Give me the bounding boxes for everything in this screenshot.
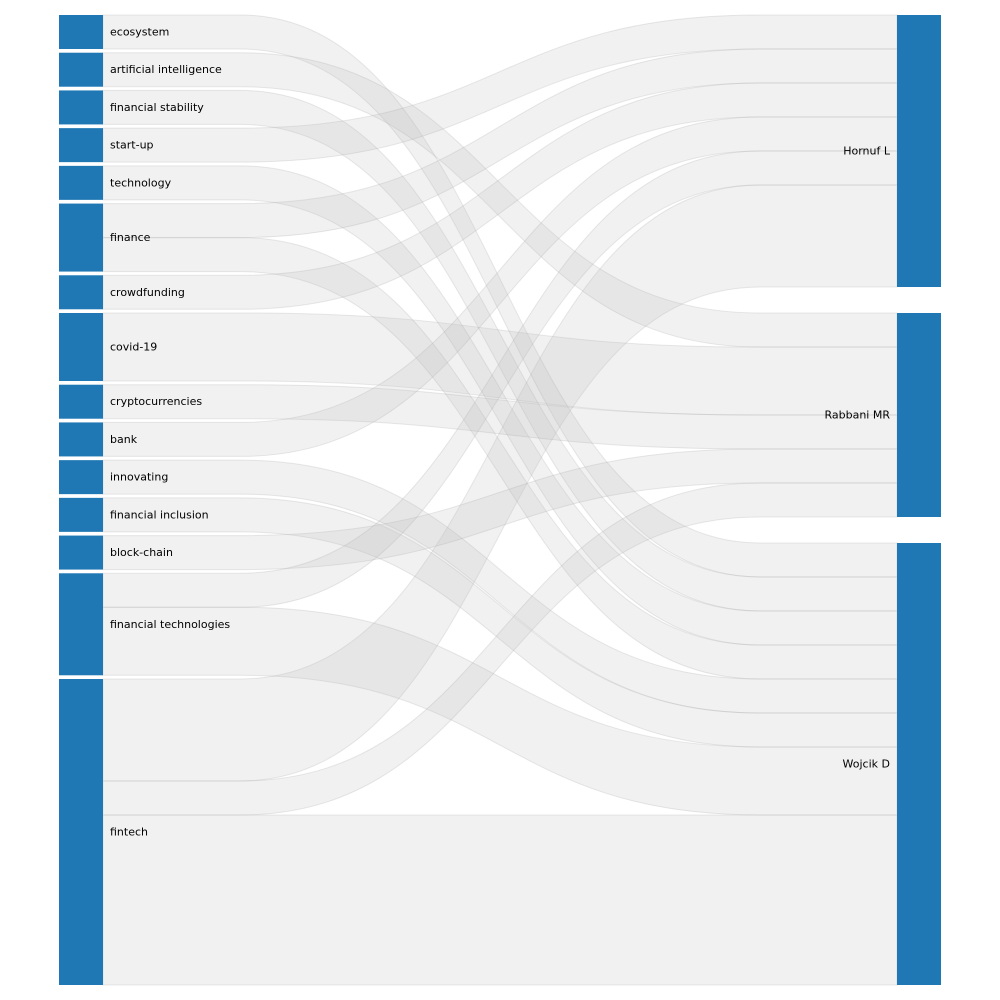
node-hornuf-l — [897, 15, 941, 287]
label-financial-stability: financial stability — [110, 101, 204, 114]
label-ecosystem: ecosystem — [110, 26, 169, 39]
label-covid-19: covid-19 — [110, 341, 157, 354]
node-financial-technologies — [59, 573, 103, 676]
node-financial-stability — [59, 90, 103, 125]
node-start-up — [59, 128, 103, 163]
node-ecosystem — [59, 15, 103, 49]
label-bank: bank — [110, 433, 138, 446]
label-block-chain: block-chain — [110, 546, 173, 559]
node-financial-inclusion — [59, 497, 103, 532]
node-artificial-intelligence — [59, 52, 103, 87]
node-technology — [59, 165, 103, 200]
node-block-chain — [59, 535, 103, 570]
node-rabbani-mr — [897, 313, 941, 517]
node-finance — [59, 203, 103, 272]
label-cryptocurrencies: cryptocurrencies — [110, 395, 202, 408]
label-hornuf-l: Hornuf L — [843, 145, 891, 158]
node-bank — [59, 422, 103, 457]
node-covid-19 — [59, 313, 103, 381]
label-innovating: innovating — [110, 471, 168, 484]
label-financial-inclusion: financial inclusion — [110, 508, 209, 521]
label-technology: technology — [110, 176, 172, 189]
node-cryptocurrencies — [59, 384, 103, 419]
label-crowdfunding: crowdfunding — [110, 286, 185, 299]
label-wojcik-d: Wojcik D — [843, 758, 890, 771]
label-fintech: fintech — [110, 826, 148, 839]
links-layer — [102, 14, 898, 986]
node-crowdfunding — [59, 275, 103, 310]
node-innovating — [59, 460, 103, 495]
node-fintech — [59, 679, 103, 985]
node-wojcik-d — [897, 543, 941, 985]
label-artificial-intelligence: artificial intelligence — [110, 63, 222, 76]
label-rabbani-mr: Rabbani MR — [824, 409, 890, 422]
link-fintech-to-wojcik-d — [102, 814, 898, 986]
label-start-up: start-up — [110, 139, 154, 152]
sankey-chart: ecosystem artificial intelligence financia… — [0, 0, 1000, 1000]
label-financial-technologies: financial technologies — [110, 618, 230, 631]
label-finance: finance — [110, 231, 151, 244]
